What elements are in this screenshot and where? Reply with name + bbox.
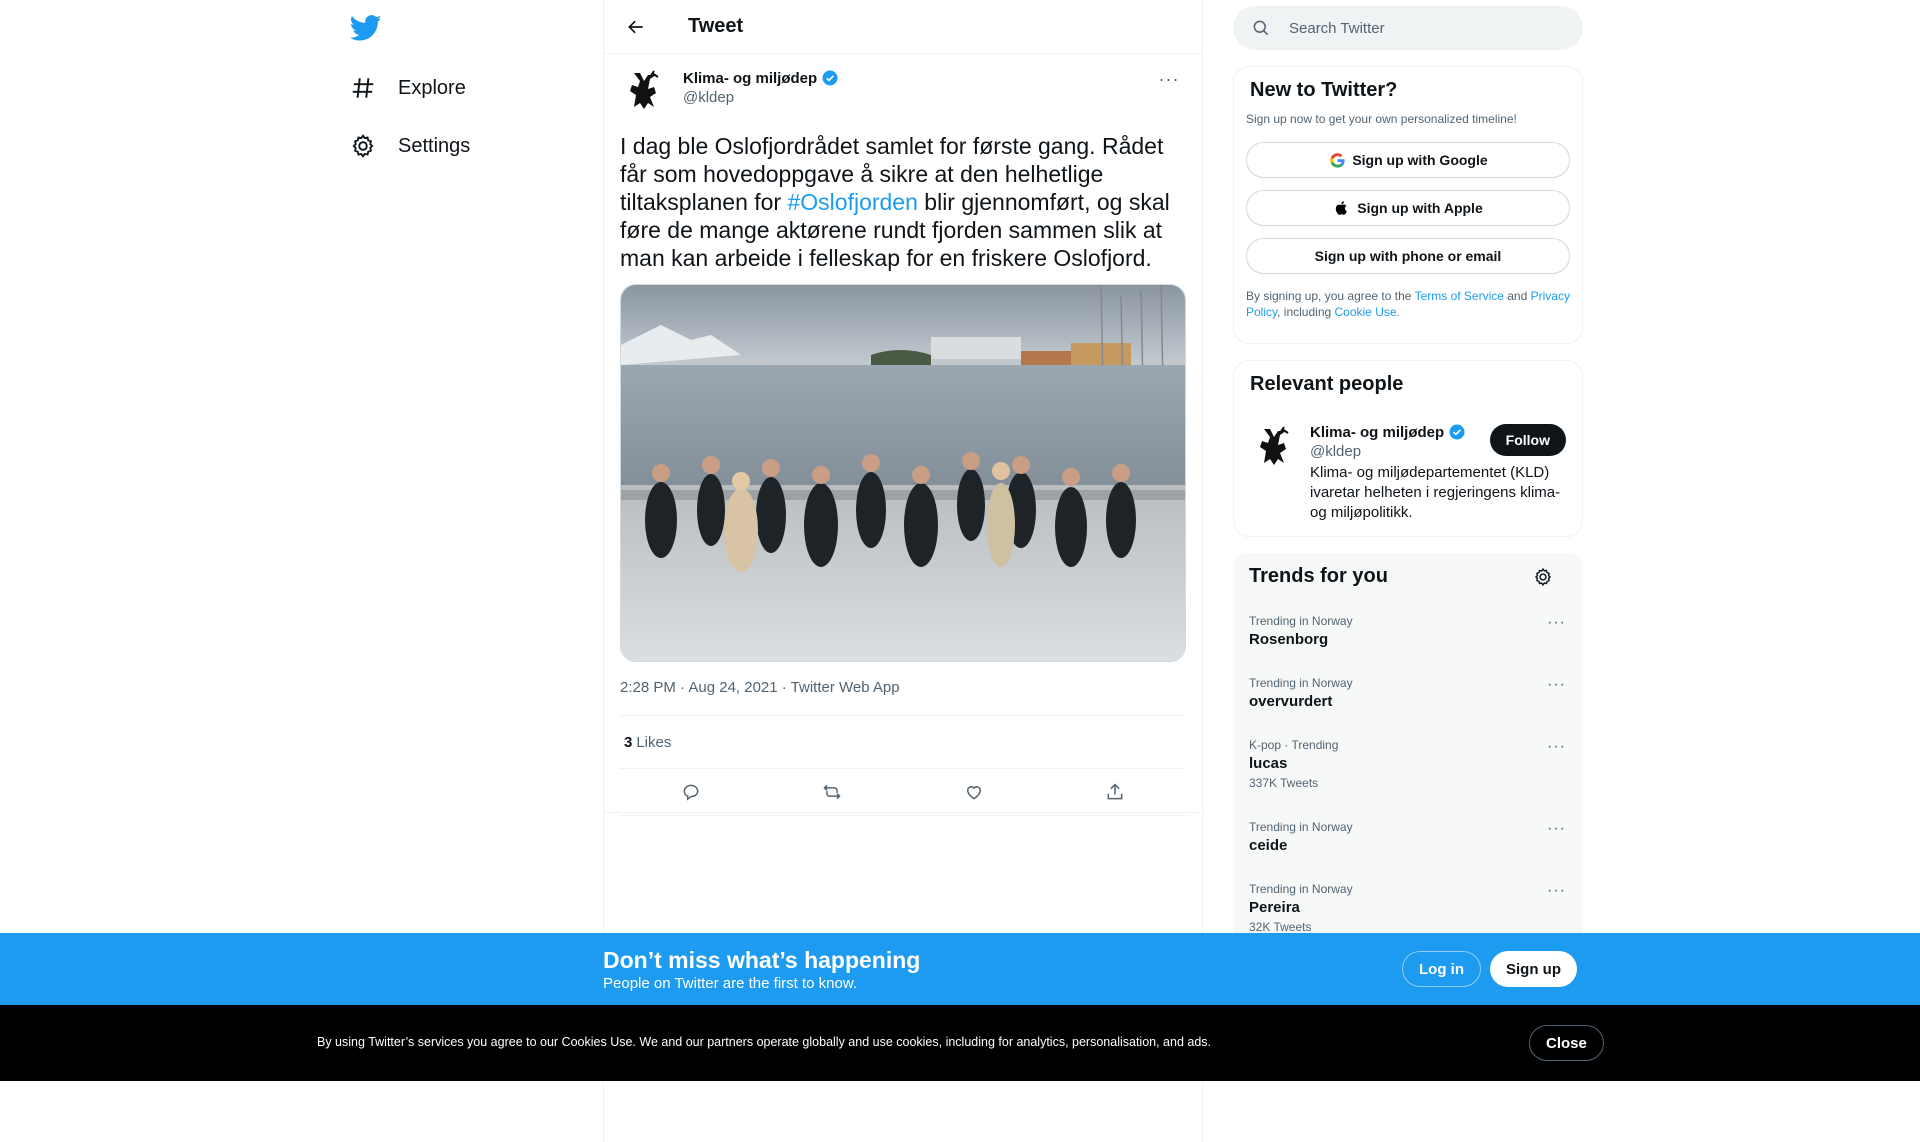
trend-name: Rosenborg (1249, 631, 1329, 648)
trend-name: ceide (1249, 837, 1288, 854)
search-icon (1251, 18, 1271, 38)
trend-name: lucas (1249, 755, 1288, 772)
signup-apple-label: Sign up with Apple (1357, 200, 1483, 216)
trend-context: K-pop · Trending (1249, 738, 1339, 752)
signup-google-label: Sign up with Google (1352, 152, 1488, 168)
more-options-icon[interactable]: ··· (1152, 69, 1186, 89)
reply-icon[interactable] (674, 775, 708, 809)
trend-item[interactable]: Trending in Norway Pereira 32K Tweets ··… (1249, 882, 1567, 934)
trend-context: Trending in Norway (1249, 820, 1353, 834)
card-title: Relevant people (1250, 373, 1404, 395)
more-options-icon[interactable]: ··· (1547, 882, 1567, 900)
more-options-icon[interactable]: ··· (1547, 614, 1567, 632)
page-header: Tweet (604, 0, 1202, 54)
back-arrow-icon[interactable] (618, 9, 654, 45)
avatar[interactable] (620, 67, 668, 115)
terms-text: By signing up, you agree to the Terms of… (1246, 288, 1570, 320)
verified-badge-icon (1448, 423, 1466, 441)
person-handle[interactable]: @kldep (1310, 443, 1361, 460)
nav-item-explore[interactable]: Explore (350, 68, 466, 108)
tweet-author-row: Klima- og miljødep @kldep ··· (620, 67, 1186, 123)
more-options-icon[interactable]: ··· (1547, 676, 1567, 694)
trend-item[interactable]: K-pop · Trending lucas 337K Tweets ··· (1249, 738, 1567, 790)
search-bar[interactable] (1233, 6, 1583, 50)
new-to-twitter-card: New to Twitter? Sign up now to get your … (1233, 66, 1583, 344)
more-options-icon[interactable]: ··· (1547, 820, 1567, 838)
prompt-subtitle: People on Twitter are the first to know. (603, 975, 858, 992)
verified-badge-icon (821, 69, 839, 87)
right-sidebar: New to Twitter? Sign up now to get your … (1233, 0, 1583, 1013)
author-name-text: Klima- og miljødep (683, 69, 818, 87)
google-icon (1328, 151, 1346, 169)
nav-item-label: Settings (398, 134, 471, 157)
author-name[interactable]: Klima- og miljødep (683, 69, 839, 87)
page-title: Tweet (688, 15, 744, 37)
signup-phone-email-button[interactable]: Sign up with phone or email (1246, 238, 1570, 274)
prompt-title: Don’t miss what’s happening (603, 947, 921, 973)
cookie-use-link[interactable]: Cookie Use. (1335, 305, 1400, 319)
search-input[interactable] (1289, 19, 1549, 37)
signup-google-button[interactable]: Sign up with Google (1246, 142, 1570, 178)
nav-item-settings[interactable]: Settings (350, 126, 470, 166)
tweet-actions (620, 768, 1186, 816)
relevant-people-card: Relevant people Klima- og miljødep @klde… (1233, 360, 1583, 537)
hashtag-icon (350, 75, 376, 101)
card-title: New to Twitter? (1250, 79, 1398, 101)
share-icon[interactable] (1098, 775, 1132, 809)
retweet-icon[interactable] (815, 775, 849, 809)
follow-button[interactable]: Follow (1489, 424, 1566, 456)
terms-part: and (1503, 289, 1531, 303)
signup-prompt-bar: Don’t miss what’s happening People on Tw… (0, 933, 1920, 1005)
twitter-bird-icon[interactable] (349, 12, 382, 44)
trend-count: 337K Tweets (1249, 776, 1319, 790)
terms-part: , including (1277, 305, 1335, 319)
author-handle[interactable]: @kldep (683, 89, 734, 106)
trend-item[interactable]: Trending in Norway Rosenborg ··· (1249, 614, 1567, 648)
trend-context: Trending in Norway (1249, 614, 1353, 628)
likes-label: Likes (636, 733, 672, 751)
gear-icon[interactable] (1533, 567, 1555, 589)
tweet-timestamp[interactable]: 2:28 PM · Aug 24, 2021 · Twitter Web App (620, 679, 1186, 705)
login-button[interactable]: Log in (1402, 951, 1481, 987)
trend-name: Pereira (1249, 899, 1300, 916)
tweet-text: I dag ble Oslofjordrådet samlet for førs… (620, 132, 1190, 272)
cookie-text: By using Twitter’s services you agree to… (317, 1035, 1212, 1049)
signup-apple-button[interactable]: Sign up with Apple (1246, 190, 1570, 226)
gear-icon (350, 133, 376, 159)
person-name[interactable]: Klima- og miljødep (1310, 423, 1466, 441)
tweet: Klima- og miljødep @kldep ··· I dag ble … (604, 67, 1202, 816)
close-button[interactable]: Close (1529, 1025, 1604, 1061)
more-options-icon[interactable]: ··· (1547, 738, 1567, 756)
trend-item[interactable]: Trending in Norway ceide ··· (1249, 820, 1567, 854)
hashtag-link[interactable]: #Oslofjorden (787, 189, 917, 215)
card-title: Trends for you (1249, 565, 1388, 587)
likes-count-link[interactable]: 3 Likes (620, 715, 1186, 768)
card-subtitle: Sign up now to get your own personalized… (1246, 112, 1517, 126)
signup-button[interactable]: Sign up (1490, 951, 1577, 987)
trend-context: Trending in Norway (1249, 676, 1353, 690)
apple-icon (1333, 199, 1351, 217)
person-bio: Klima- og miljødepartementet (KLD) ivare… (1310, 464, 1561, 521)
nav-item-label: Explore (398, 76, 466, 99)
signup-phone-label: Sign up with phone or email (1314, 248, 1502, 264)
trend-context: Trending in Norway (1249, 882, 1353, 896)
cookie-banner: By using Twitter’s services you agree to… (0, 1005, 1920, 1081)
tweet-photo[interactable] (620, 284, 1186, 662)
trend-item[interactable]: Trending in Norway overvurdert ··· (1249, 676, 1567, 710)
likes-number: 3 (624, 733, 633, 751)
avatar[interactable] (1250, 423, 1298, 471)
trend-name: overvurdert (1249, 693, 1333, 710)
trend-count: 32K Tweets (1249, 920, 1312, 934)
person-name-text: Klima- og miljødep (1310, 423, 1445, 441)
terms-part: By signing up, you agree to the (1246, 289, 1415, 303)
like-heart-icon[interactable] (957, 775, 991, 809)
terms-of-service-link[interactable]: Terms of Service (1415, 289, 1504, 303)
divider (604, 812, 1204, 813)
